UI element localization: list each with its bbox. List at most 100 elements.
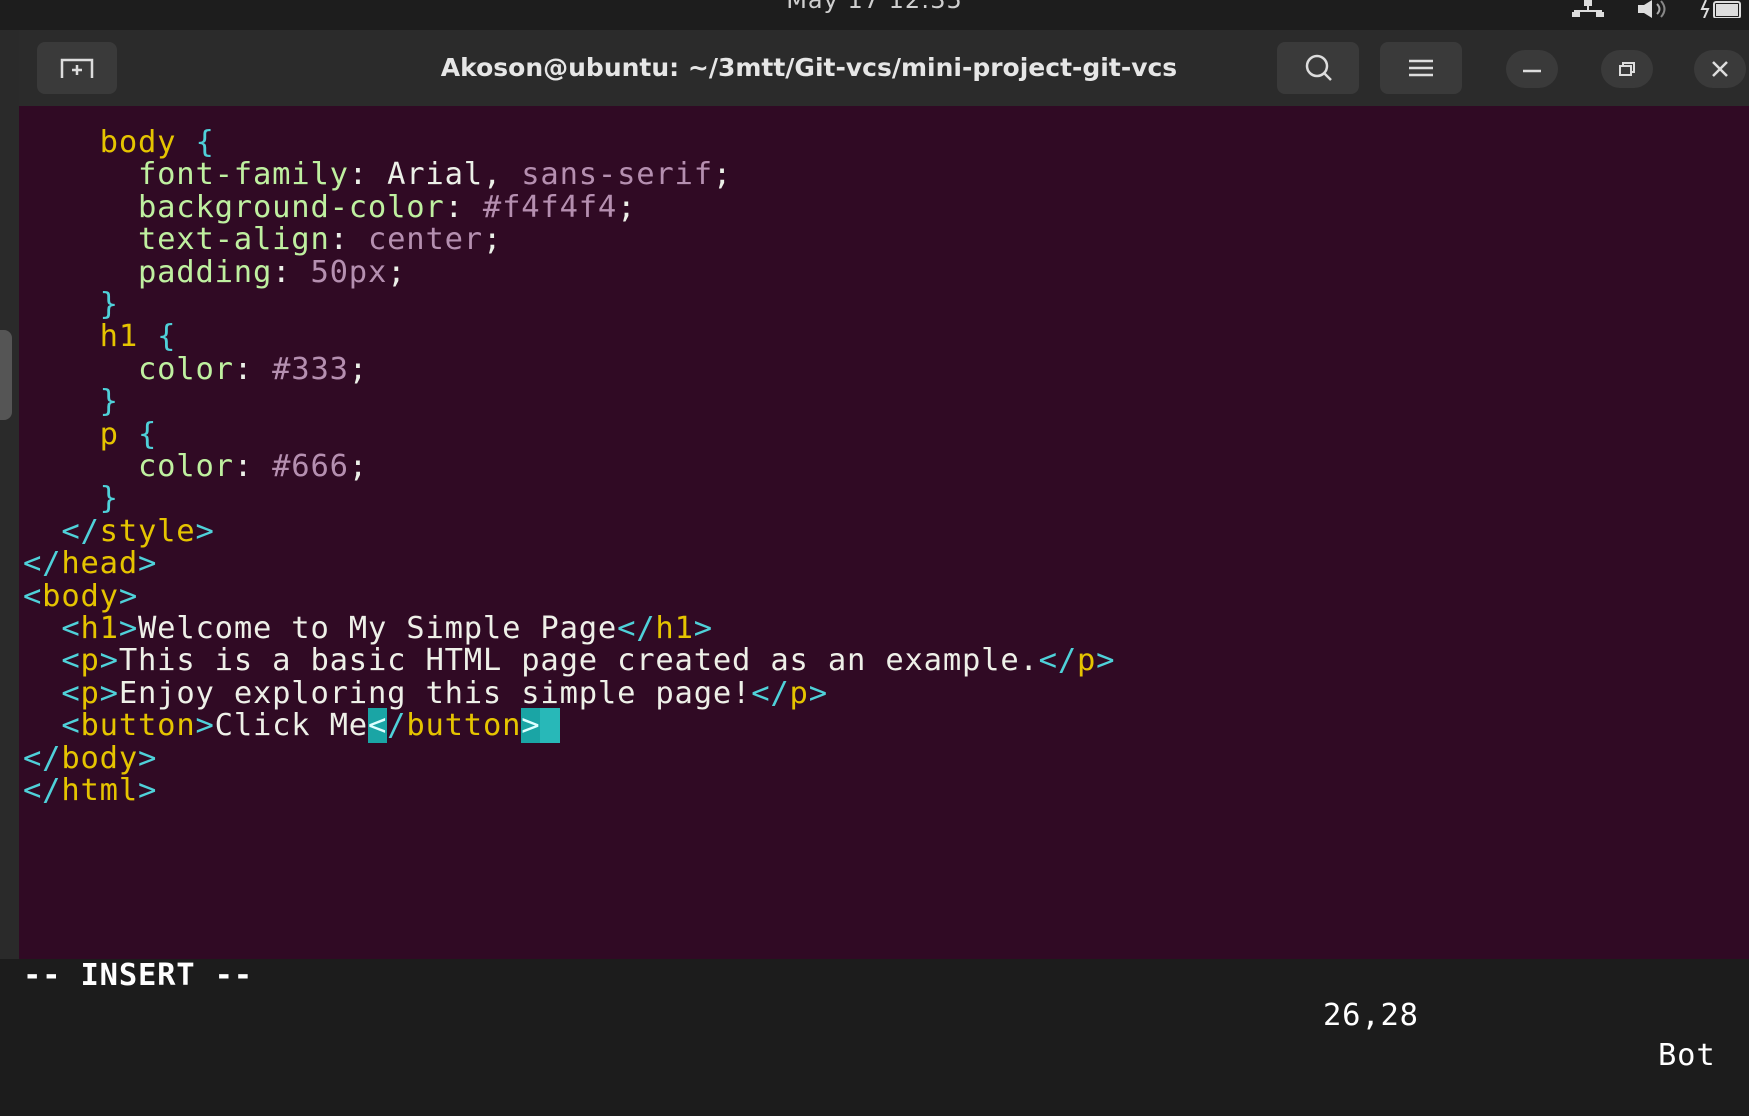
code-token: Welcome to My Simple Page bbox=[138, 611, 618, 646]
code-token: padding bbox=[137, 254, 273, 290]
terminal-window: Akoson@ubuntu: ~/3mtt/Git-vcs/mini-proje… bbox=[19, 30, 1749, 1073]
search-icon bbox=[1305, 54, 1332, 81]
network-icon[interactable] bbox=[1568, 0, 1608, 18]
code-token: } bbox=[99, 481, 119, 517]
vim-status-line: -- INSERT -- 26,28 Bot bbox=[23, 916, 1749, 1073]
menu-button[interactable] bbox=[1380, 42, 1462, 94]
code-line[interactable]: </head> bbox=[23, 546, 157, 582]
code-line[interactable]: <p>Enjoy exploring this simple page!</p> bbox=[23, 676, 828, 712]
code-token: font-family bbox=[137, 157, 349, 193]
code-token: text-align bbox=[137, 222, 330, 258]
code-token: : Arial, bbox=[348, 157, 522, 193]
code-line[interactable]: p { bbox=[23, 417, 157, 453]
code-line[interactable]: </style> bbox=[23, 514, 215, 550]
code-token: { bbox=[137, 416, 158, 452]
clock[interactable]: May 17 12:35 bbox=[0, 0, 1749, 14]
code-line[interactable]: <h1>Welcome to My Simple Page</h1> bbox=[23, 611, 713, 647]
code-line[interactable]: } bbox=[23, 384, 119, 420]
new-tab-button[interactable] bbox=[37, 42, 117, 94]
code-token: html bbox=[61, 773, 138, 808]
code-token: This is a basic HTML page created as an … bbox=[118, 643, 1039, 679]
code-token: > bbox=[99, 643, 119, 679]
code-token: { bbox=[195, 125, 215, 160]
close-button[interactable] bbox=[1694, 50, 1746, 88]
code-line[interactable]: text-align: center; bbox=[23, 222, 502, 258]
code-token: < bbox=[23, 578, 43, 614]
code-line[interactable]: padding: 50px; bbox=[23, 255, 406, 291]
code-line[interactable]: <button>Click Me</button> bbox=[23, 708, 560, 744]
code-line[interactable]: <body> bbox=[23, 579, 138, 615]
code-token: < bbox=[61, 643, 81, 679]
code-token: > bbox=[118, 578, 138, 614]
code-line[interactable]: color: #333; bbox=[23, 352, 368, 388]
volume-icon[interactable] bbox=[1636, 0, 1672, 18]
code-line[interactable]: </body> bbox=[23, 741, 157, 777]
code-token: #333 bbox=[272, 351, 349, 387]
system-top-bar: May 17 12:35 bbox=[0, 0, 1749, 30]
code-token: #666 bbox=[272, 449, 349, 484]
restore-icon bbox=[1619, 62, 1635, 76]
code-token: ; bbox=[617, 189, 637, 225]
search-button[interactable] bbox=[1277, 42, 1359, 94]
window-title: Akoson@ubuntu: ~/3mtt/Git-vcs/mini-proje… bbox=[440, 53, 1178, 82]
code-token: { bbox=[157, 319, 177, 355]
code-token: : bbox=[329, 222, 368, 258]
code-token: > bbox=[137, 546, 158, 582]
code-token: : bbox=[233, 351, 273, 387]
code-line[interactable]: background-color: #f4f4f4; bbox=[23, 190, 636, 226]
battery-icon[interactable] bbox=[1700, 0, 1744, 18]
code-token: button bbox=[80, 708, 196, 744]
cursor-position: 26,28 bbox=[1323, 998, 1419, 1033]
code-token: body bbox=[99, 125, 196, 160]
code-token: h1 bbox=[655, 611, 694, 646]
code-line[interactable]: font-family: Arial, sans-serif; bbox=[23, 157, 732, 193]
code-token: #f4f4f4 bbox=[482, 189, 618, 225]
restore-button[interactable] bbox=[1601, 50, 1653, 88]
code-line[interactable]: } bbox=[23, 287, 119, 323]
code-token: head bbox=[61, 546, 138, 582]
minimize-icon bbox=[1523, 69, 1541, 73]
code-line[interactable]: body { bbox=[23, 125, 215, 161]
code-line[interactable]: } bbox=[23, 481, 119, 517]
code-token: > bbox=[137, 773, 158, 808]
code-token: > bbox=[1096, 643, 1116, 679]
code-line[interactable]: color: #666; bbox=[23, 449, 368, 485]
dock-handle[interactable] bbox=[0, 330, 12, 420]
vim-editor[interactable]: body { font-family: Arial, sans-serif; b… bbox=[19, 106, 1749, 1073]
code-token: p bbox=[80, 675, 100, 711]
text-cursor bbox=[540, 708, 560, 744]
code-token: center bbox=[367, 222, 483, 258]
scroll-indicator: Bot bbox=[1658, 1038, 1716, 1073]
close-icon bbox=[1712, 61, 1728, 77]
code-line[interactable]: h1 { bbox=[23, 319, 176, 355]
code-token: ; bbox=[712, 157, 733, 193]
code-line[interactable]: <p>This is a basic HTML page created as … bbox=[23, 643, 1115, 679]
code-token: Click Me bbox=[214, 708, 368, 744]
code-token: p bbox=[1076, 643, 1097, 679]
minimize-button[interactable] bbox=[1506, 50, 1558, 88]
code-token: color bbox=[137, 351, 234, 387]
code-token: </ bbox=[751, 675, 790, 711]
code-token: : bbox=[444, 189, 483, 225]
code-token: > bbox=[195, 513, 215, 549]
code-token: > bbox=[118, 611, 138, 646]
code-token: < bbox=[61, 675, 81, 711]
code-token: > bbox=[137, 740, 158, 776]
code-line[interactable]: </html> bbox=[23, 773, 157, 809]
code-token: : bbox=[233, 449, 273, 484]
